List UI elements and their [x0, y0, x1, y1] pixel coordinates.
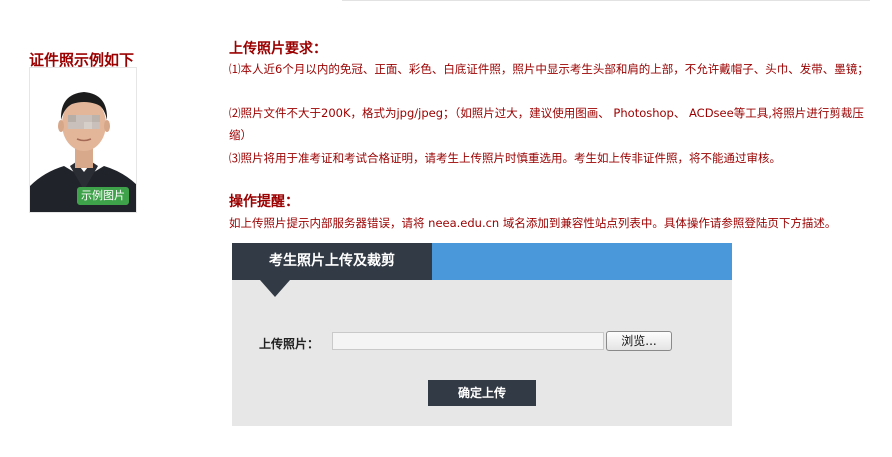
requirements-title: 上传照片要求：: [229, 41, 327, 57]
tips-title: 操作提醒：: [229, 194, 299, 210]
tab-photo-upload: 考生照片上传及裁剪: [232, 243, 432, 280]
top-divider: [342, 0, 870, 1]
upload-field-label: 上传照片：: [259, 337, 320, 351]
browse-button[interactable]: 浏览...: [606, 331, 672, 351]
sample-photo: 示例图片: [29, 67, 137, 213]
tab-pointer-icon: [260, 280, 290, 297]
sample-badge: 示例图片: [77, 187, 129, 205]
confirm-upload-button[interactable]: 确定上传: [428, 380, 536, 406]
tips-text: 如上传照片提示内部服务器错误，请将 neea.edu.cn 域名添加到兼容性站点…: [229, 216, 837, 230]
requirement-item-2: ⑵照片文件不大于200K，格式为jpg/jpeg；（如照片过大，建议使用图画、 …: [229, 106, 864, 142]
requirement-item-1: ⑴本人近6个月以内的免冠、正面、彩色、白底证件照，照片中显示考生头部和肩的上部，…: [229, 62, 869, 76]
file-path-input[interactable]: [332, 332, 604, 350]
requirement-item-3: ⑶照片将用于准考证和考试合格证明，请考生上传照片时慎重选用。考生如上传非证件照，…: [229, 151, 781, 165]
upload-panel: 考生照片上传及裁剪 上传照片： 浏览... 确定上传: [232, 243, 732, 426]
